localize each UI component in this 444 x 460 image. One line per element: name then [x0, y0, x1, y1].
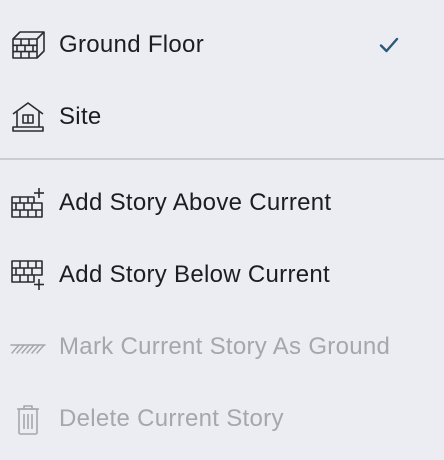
menu-item-label: Ground Floor [59, 31, 204, 58]
menu-item-label: Add Story Below Current [59, 261, 331, 288]
menu-item-label: Delete Current Story [59, 405, 284, 432]
menu-item-add-story-above[interactable]: Add Story Above Current [0, 167, 444, 239]
house-site-icon [10, 99, 46, 135]
menu-item-delete-story: Delete Current Story [0, 383, 444, 455]
menu-item-mark-ground: Mark Current Story As Ground [0, 311, 444, 383]
trash-icon [10, 401, 46, 437]
menu-item-site[interactable]: Site [0, 81, 444, 153]
menu-item-ground-floor[interactable]: Ground Floor [0, 9, 444, 81]
menu-divider [0, 158, 444, 160]
add-story-below-icon [10, 257, 46, 293]
add-story-above-icon [10, 185, 46, 221]
menu-item-label: Add Story Above Current [59, 189, 332, 216]
ground-hatch-icon [10, 329, 46, 365]
menu-item-add-story-below[interactable]: Add Story Below Current [0, 239, 444, 311]
checkmark-icon [378, 34, 400, 56]
brick-wall-icon [10, 27, 46, 63]
story-menu: Ground Floor Site Add Story Above Curren… [0, 0, 444, 460]
menu-item-label: Mark Current Story As Ground [59, 333, 391, 360]
menu-item-label: Site [59, 103, 102, 130]
